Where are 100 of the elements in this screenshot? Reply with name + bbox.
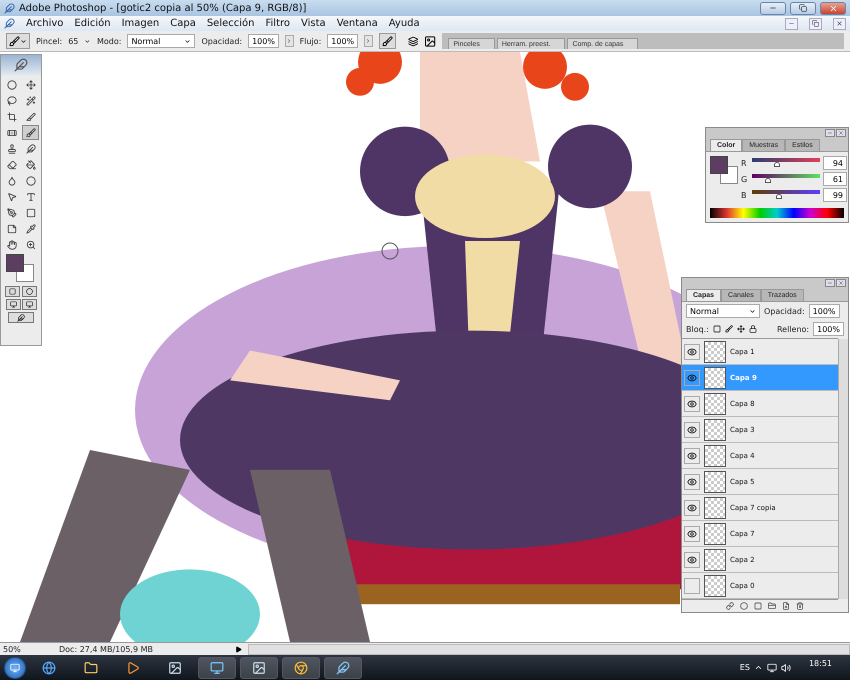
link-icon[interactable] xyxy=(726,602,734,610)
channel-value-field[interactable]: 61 xyxy=(823,172,847,186)
feather-icon xyxy=(336,660,350,674)
menu-item[interactable]: Ventana xyxy=(336,18,378,29)
restore-button[interactable] xyxy=(809,18,822,30)
menu-item[interactable]: Ayuda xyxy=(388,18,420,29)
taskbar-browser-button[interactable] xyxy=(282,656,320,678)
channel-value-field[interactable]: 94 xyxy=(823,156,847,170)
airbrush-button[interactable] xyxy=(378,33,396,49)
visibility-toggle[interactable] xyxy=(684,448,700,464)
blend-mode-dropdown[interactable]: Normal xyxy=(686,304,760,318)
flow-field[interactable]: 100% xyxy=(327,34,358,48)
close-button[interactable] xyxy=(836,279,846,287)
screen-mode-button[interactable] xyxy=(6,299,20,310)
brush-icon[interactable] xyxy=(724,325,733,333)
minimize-button[interactable] xyxy=(785,18,798,30)
feather-icon[interactable] xyxy=(4,18,15,29)
brush-label: Pincel: xyxy=(36,36,62,46)
menu-item[interactable]: Vista xyxy=(301,18,326,29)
jump-button[interactable] xyxy=(8,312,34,323)
restore-icon xyxy=(812,20,819,27)
mask-icon[interactable] xyxy=(754,602,762,610)
menu-item[interactable]: Edición xyxy=(74,18,111,29)
start-button[interactable] xyxy=(4,656,26,678)
caret-icon[interactable] xyxy=(84,38,91,44)
taskbar-app-button[interactable] xyxy=(324,656,362,678)
screen-mode-button[interactable] xyxy=(22,299,36,310)
slider-thumb[interactable] xyxy=(765,178,772,183)
clock[interactable]: 18:51 xyxy=(794,659,846,676)
slider-thumb[interactable] xyxy=(774,162,780,167)
ellipse-icon xyxy=(6,80,16,90)
image-icon[interactable] xyxy=(424,34,436,48)
close-button[interactable] xyxy=(833,18,846,30)
menu-item[interactable]: Filtro xyxy=(266,18,290,29)
folder-icon[interactable] xyxy=(768,602,776,610)
color-swatches[interactable] xyxy=(6,254,36,284)
flow-arrow-button[interactable] xyxy=(364,35,373,47)
color-spectrum[interactable] xyxy=(710,208,844,218)
caret-icon xyxy=(184,38,192,44)
caret-icon xyxy=(749,308,756,314)
eraser-icon xyxy=(6,160,16,170)
menu-item[interactable]: Capa xyxy=(170,18,196,29)
brush-size[interactable]: 65 xyxy=(68,36,78,46)
monitor-icon xyxy=(26,301,32,308)
new-layer-icon[interactable] xyxy=(782,602,790,610)
visibility-toggle[interactable] xyxy=(684,396,700,412)
opacity-field[interactable]: 100% xyxy=(248,34,279,48)
fill-field[interactable]: 100% xyxy=(813,322,844,336)
document-info: Doc: 27,4 MB/105,9 MB xyxy=(59,644,154,654)
menu-item[interactable]: Imagen xyxy=(122,18,160,29)
close-icon xyxy=(828,4,838,12)
rectangle-icon xyxy=(26,208,36,218)
restore-button[interactable] xyxy=(790,2,816,14)
zoom-level[interactable]: 50% xyxy=(0,644,53,654)
visibility-toggle[interactable] xyxy=(684,422,700,438)
lock-icon[interactable] xyxy=(748,325,757,333)
visibility-toggle[interactable] xyxy=(684,578,700,594)
taskbar-app-button[interactable] xyxy=(198,656,236,678)
standard-mode-button[interactable] xyxy=(5,286,20,297)
feather-icon xyxy=(17,314,25,322)
knife-icon xyxy=(26,112,36,122)
volume-icon[interactable] xyxy=(780,662,791,672)
visibility-toggle[interactable] xyxy=(684,370,700,386)
network-icon[interactable] xyxy=(766,662,777,672)
layer-thumbnail xyxy=(704,340,726,362)
brush-tool[interactable] xyxy=(22,125,39,140)
language-indicator[interactable]: ES xyxy=(740,663,750,672)
horizontal-scrollbar[interactable] xyxy=(248,644,850,654)
restore-icon xyxy=(799,4,807,12)
visibility-toggle[interactable] xyxy=(684,344,700,360)
menu-item[interactable]: Archivo xyxy=(26,18,64,29)
visibility-toggle[interactable] xyxy=(684,474,700,490)
scrollbar[interactable] xyxy=(838,339,848,599)
opacity-arrow-button[interactable] xyxy=(284,35,294,47)
mode-dropdown[interactable]: Normal xyxy=(127,34,196,48)
monitor-icon xyxy=(210,660,224,674)
close-button[interactable] xyxy=(836,129,846,137)
image-icon xyxy=(168,660,182,674)
channel-label: R xyxy=(741,158,748,168)
menu-item[interactable]: Selección xyxy=(206,18,254,29)
quick-mask-button[interactable] xyxy=(22,286,37,297)
color-swatches[interactable] xyxy=(710,156,737,183)
folder-icon xyxy=(84,660,98,674)
lock-label: Bloq.: xyxy=(686,324,709,334)
play-icon[interactable] xyxy=(235,646,242,652)
trash-icon[interactable] xyxy=(796,602,804,610)
magic-wand-icon xyxy=(26,96,36,106)
opacity-field[interactable]: 100% xyxy=(808,304,840,318)
visibility-toggle[interactable] xyxy=(684,500,700,516)
feather-icon xyxy=(4,2,15,14)
circle-icon[interactable] xyxy=(740,602,748,610)
move-icon[interactable] xyxy=(736,325,745,333)
visibility-toggle[interactable] xyxy=(684,552,700,568)
taskbar-app-button[interactable] xyxy=(240,656,278,678)
channel-label: G xyxy=(741,174,748,184)
slider-thumb[interactable] xyxy=(776,194,782,199)
channel-value-field[interactable]: 99 xyxy=(823,188,847,202)
visibility-toggle[interactable] xyxy=(684,526,700,542)
minimize-icon xyxy=(827,280,833,286)
brush-preset-button[interactable] xyxy=(6,33,30,49)
